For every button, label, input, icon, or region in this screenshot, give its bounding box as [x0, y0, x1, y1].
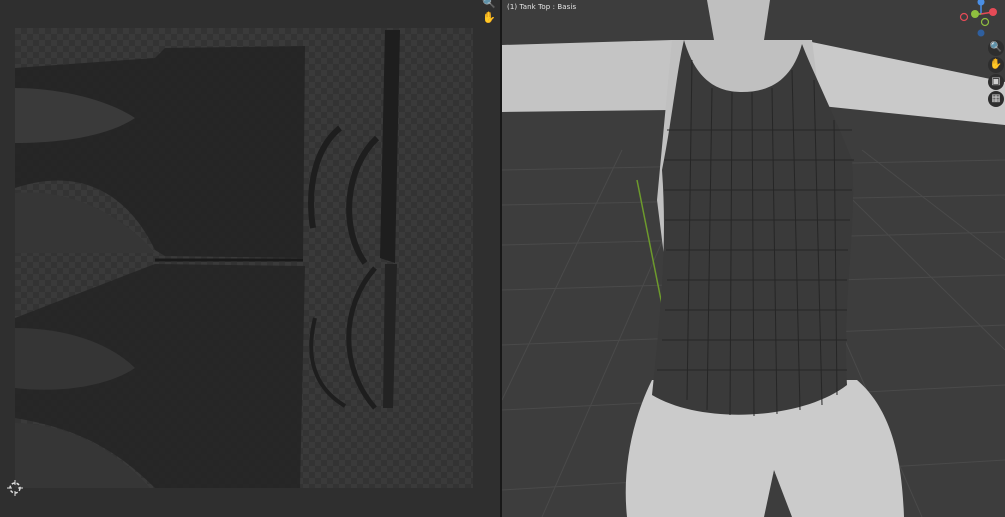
gizmo-z-axis — [977, 0, 985, 6]
viewport-object-label: (1) Tank Top : Basis — [507, 3, 577, 11]
gizmo-y-axis — [971, 10, 979, 18]
2d-cursor-icon[interactable] — [7, 480, 23, 496]
gizmo-neg-y-axis — [980, 17, 990, 27]
hand-icon[interactable]: ✋ — [988, 57, 1004, 73]
uv-texture-canvas[interactable] — [15, 28, 473, 488]
zoom-icon[interactable]: 🔍 — [988, 40, 1004, 56]
gizmo-neg-z-axis — [977, 29, 985, 37]
viewport-scene — [502, 0, 1005, 517]
neck — [707, 0, 770, 40]
gizmo-x-axis — [989, 8, 997, 16]
uv-strap-5 — [309, 317, 347, 408]
uv-strap-1 — [380, 30, 400, 263]
hand-icon[interactable]: ✋ — [481, 10, 497, 26]
uv-strap-6 — [383, 264, 397, 408]
left-arm — [502, 40, 672, 112]
3d-viewport[interactable]: (1) Tank Top : Basis 🔍 ✋ ▣ ▦ — [502, 0, 1005, 517]
camera-icon[interactable]: ▣ — [988, 74, 1004, 90]
grid-icon[interactable]: ▦ — [988, 91, 1004, 107]
uv-editor-area[interactable]: 🔍 ✋ — [0, 0, 500, 517]
uv-islands — [15, 30, 400, 488]
right-arm — [802, 40, 1005, 125]
tank-top-mesh — [652, 40, 854, 417]
gizmo-neg-x-axis — [959, 12, 969, 22]
uv-strap-3 — [346, 135, 380, 265]
navigation-gizmo[interactable] — [957, 0, 1005, 40]
uv-strap-2 — [308, 125, 342, 229]
uv-strap-4 — [346, 266, 377, 410]
